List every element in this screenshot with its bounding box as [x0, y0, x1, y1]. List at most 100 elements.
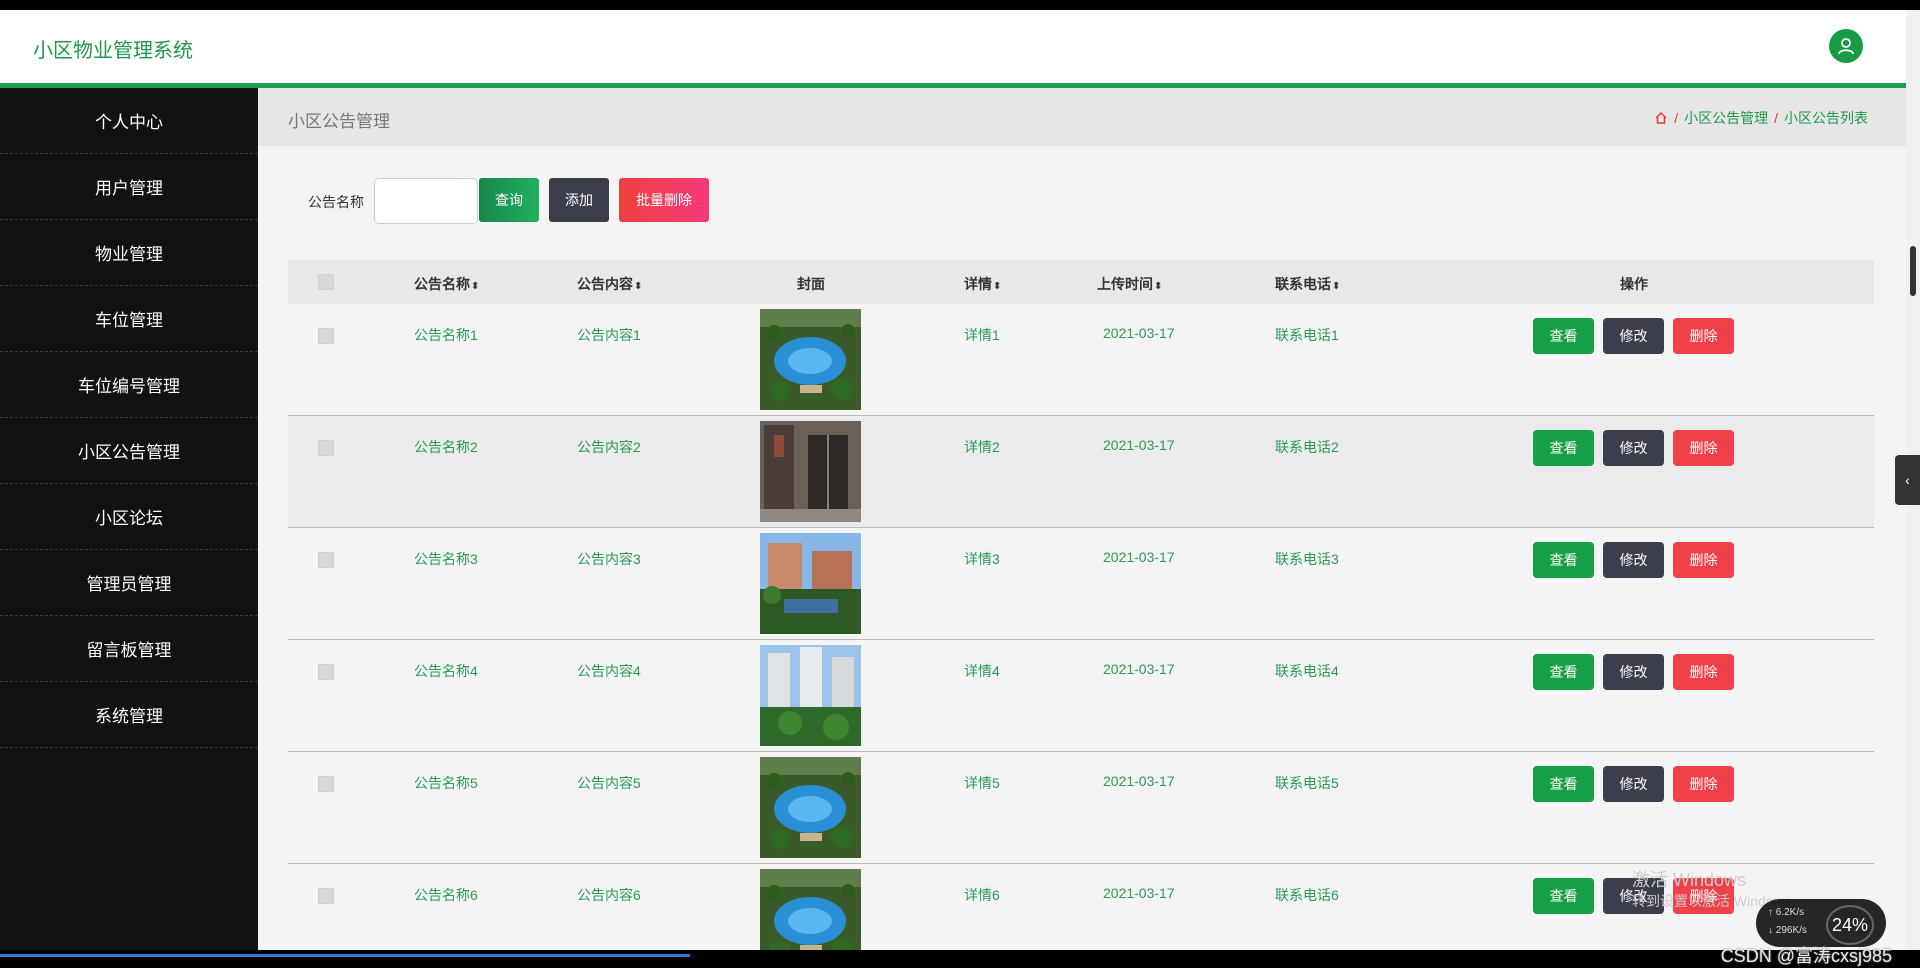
cover-image	[760, 309, 861, 410]
table-header: 公告名称⬍ 公告内容⬍ 封面 详情⬍ 上传时间⬍ 联系电话⬍ 操作	[288, 260, 1874, 304]
header-phone[interactable]: 联系电话⬍	[1275, 274, 1340, 294]
header-time[interactable]: 上传时间⬍	[1097, 274, 1162, 294]
sidebar-item[interactable]: 系统管理	[0, 682, 258, 748]
browser-viewport: 小区物业管理系统 个人中心 用户管理 物业管理 车位管理 车位编号管理 小区公告管理 小区论…	[0, 10, 1906, 950]
main-content: 小区公告管理 / 小区公告管理 / 小区公告列表 公告名称 查询 添加 批量删除…	[258, 88, 1906, 950]
cover-image	[760, 757, 861, 858]
cell-phone: 联系电话4	[1275, 663, 1339, 679]
edit-button[interactable]: 修改	[1603, 654, 1664, 690]
cell-content: 公告内容2	[577, 439, 641, 455]
delete-button[interactable]: 删除	[1673, 654, 1734, 690]
view-button[interactable]: 查看	[1533, 430, 1594, 466]
row-checkbox[interactable]	[318, 440, 334, 456]
edit-button[interactable]: 修改	[1603, 430, 1664, 466]
breadcrumb: / 小区公告管理 / 小区公告列表	[1654, 108, 1868, 128]
sidebar-item[interactable]: 物业管理	[0, 220, 258, 286]
scrollbar-thumb[interactable]	[1910, 246, 1916, 296]
sidebar-item[interactable]: 用户管理	[0, 154, 258, 220]
user-icon	[1838, 38, 1854, 55]
header-cover: 封面	[797, 276, 825, 292]
breadcrumb-bar: 小区公告管理 / 小区公告管理 / 小区公告列表	[258, 88, 1906, 146]
query-button[interactable]: 查询	[479, 178, 539, 222]
view-button[interactable]: 查看	[1533, 766, 1594, 802]
table-row: 公告名称2 公告内容2 详情2 2021-03-17 联系电话2 查看 修改 删…	[288, 416, 1874, 528]
cell-phone: 联系电话5	[1275, 775, 1339, 791]
cell-content: 公告内容5	[577, 775, 641, 791]
sort-icon: ⬍	[471, 281, 480, 292]
network-speed-widget: ↑ 6.2K/s ↓ 296K/s 24%	[1756, 899, 1886, 947]
cell-content: 公告内容1	[577, 327, 641, 343]
windows-activation-text: 激活 Windows	[1632, 870, 1747, 890]
top-header: 小区物业管理系统	[0, 10, 1906, 83]
cell-detail: 详情1	[964, 327, 1000, 343]
search-label: 公告名称	[308, 194, 364, 210]
view-button[interactable]: 查看	[1533, 654, 1594, 690]
chevron-left-icon: ‹	[1905, 472, 1910, 488]
add-button[interactable]: 添加	[549, 178, 609, 222]
row-checkbox[interactable]	[318, 776, 334, 792]
sort-icon: ⬍	[1332, 281, 1341, 292]
cover-image	[760, 421, 861, 522]
row-checkbox[interactable]	[318, 328, 334, 344]
cell-time: 2021-03-17	[1103, 549, 1175, 565]
cell-detail: 详情3	[964, 551, 1000, 567]
watermark: CSDN @富涛cxsj985	[1720, 946, 1892, 966]
batch-delete-button[interactable]: 批量删除	[619, 178, 709, 222]
row-checkbox[interactable]	[318, 552, 334, 568]
delete-button[interactable]: 删除	[1673, 766, 1734, 802]
cell-detail: 详情5	[964, 775, 1000, 791]
header-content[interactable]: 公告内容⬍	[577, 274, 642, 294]
cover-image	[760, 645, 861, 746]
edit-button[interactable]: 修改	[1603, 318, 1664, 354]
cover-image	[760, 869, 861, 950]
cell-phone: 联系电话1	[1275, 327, 1339, 343]
breadcrumb-level2: 小区公告列表	[1784, 110, 1868, 126]
sidebar-item[interactable]: 车位管理	[0, 286, 258, 352]
view-button[interactable]: 查看	[1533, 318, 1594, 354]
sidebar-item[interactable]: 车位编号管理	[0, 352, 258, 418]
header-name[interactable]: 公告名称⬍	[414, 274, 479, 294]
sort-icon: ⬍	[1154, 281, 1163, 292]
cell-time: 2021-03-17	[1103, 661, 1175, 677]
sidebar-item[interactable]: 小区公告管理	[0, 418, 258, 484]
cell-time: 2021-03-17	[1103, 885, 1175, 901]
app-title: 小区物业管理系统	[33, 40, 193, 62]
delete-button[interactable]: 删除	[1673, 430, 1734, 466]
table-row: 公告名称1 公告内容1 详情1 2021-03-17 联系电话1 查看 修改 删…	[288, 304, 1874, 416]
sidebar: 个人中心 用户管理 物业管理 车位管理 车位编号管理 小区公告管理 小区论坛 管理员管理 留言板…	[0, 88, 258, 950]
sidebar-item[interactable]: 留言板管理	[0, 616, 258, 682]
delete-button[interactable]: 删除	[1673, 318, 1734, 354]
row-checkbox[interactable]	[318, 664, 334, 680]
cell-time: 2021-03-17	[1103, 325, 1175, 341]
select-all-checkbox[interactable]	[318, 274, 334, 290]
breadcrumb-separator: /	[1674, 110, 1679, 126]
cell-phone: 联系电话6	[1275, 887, 1339, 903]
home-icon[interactable]	[1654, 111, 1668, 125]
sidebar-item[interactable]: 个人中心	[0, 88, 258, 154]
sidebar-item[interactable]: 小区论坛	[0, 484, 258, 550]
cell-name: 公告名称1	[414, 327, 478, 343]
edit-button[interactable]: 修改	[1603, 766, 1664, 802]
table-body: 公告名称1 公告内容1 详情1 2021-03-17 联系电话1 查看 修改 删…	[288, 304, 1874, 950]
cell-detail: 详情4	[964, 663, 1000, 679]
view-button[interactable]: 查看	[1533, 542, 1594, 578]
header-detail[interactable]: 详情⬍	[964, 274, 1001, 294]
view-button[interactable]: 查看	[1533, 878, 1594, 914]
search-input[interactable]	[374, 178, 478, 224]
table-row: 公告名称4 公告内容4 详情4 2021-03-17 联系电话4 查看 修改 删…	[288, 640, 1874, 752]
row-checkbox[interactable]	[318, 888, 334, 904]
edit-button[interactable]: 修改	[1603, 542, 1664, 578]
cell-name: 公告名称2	[414, 439, 478, 455]
breadcrumb-level1[interactable]: 小区公告管理	[1684, 108, 1768, 128]
collapse-panel-button[interactable]: ‹	[1895, 455, 1920, 505]
header-ops: 操作	[1620, 276, 1648, 292]
sort-icon: ⬍	[993, 281, 1002, 292]
sidebar-item[interactable]: 管理员管理	[0, 550, 258, 616]
user-avatar-button[interactable]	[1829, 29, 1863, 63]
cover-image	[760, 533, 861, 634]
announcement-table: 公告名称⬍ 公告内容⬍ 封面 详情⬍ 上传时间⬍ 联系电话⬍ 操作 公告名称1 …	[288, 260, 1874, 950]
cell-name: 公告名称4	[414, 663, 478, 679]
cell-name: 公告名称3	[414, 551, 478, 567]
delete-button[interactable]: 删除	[1673, 542, 1734, 578]
table-row: 公告名称5 公告内容5 详情5 2021-03-17 联系电话5 查看 修改 删…	[288, 752, 1874, 864]
